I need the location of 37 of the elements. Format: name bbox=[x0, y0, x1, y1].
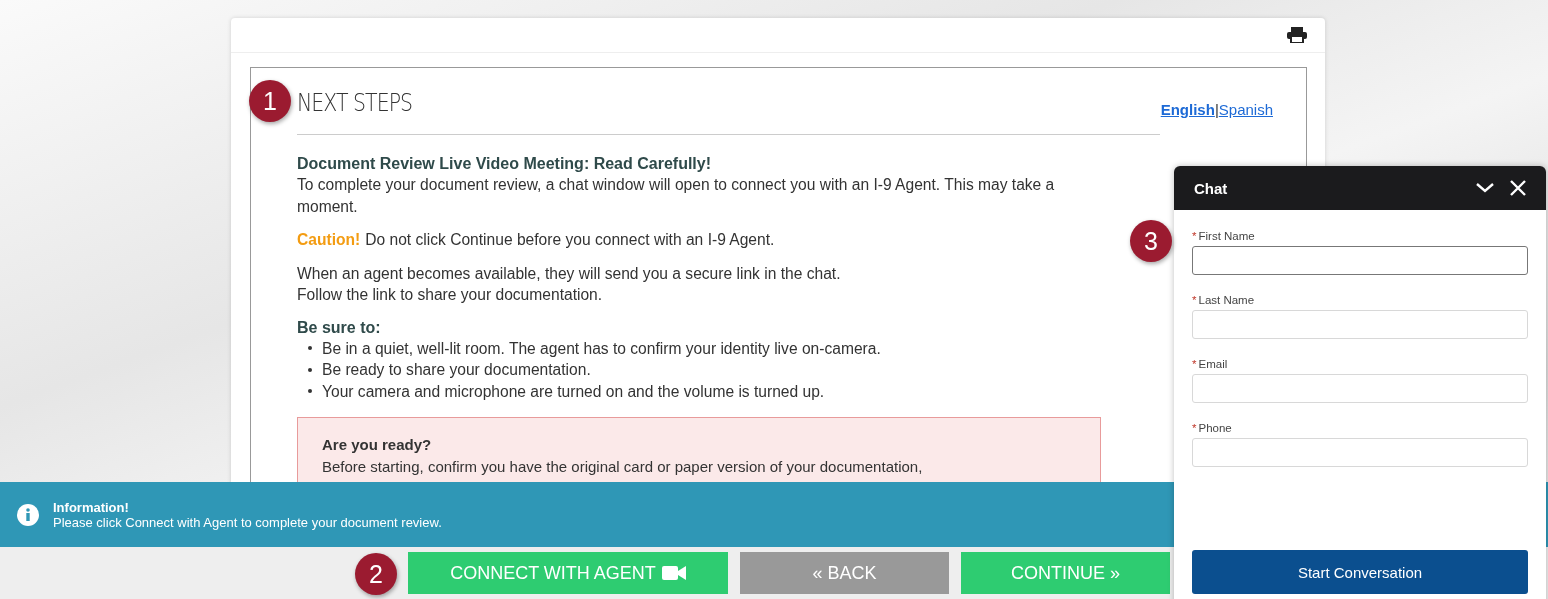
field-label: Email bbox=[1198, 358, 1228, 370]
chevron-down-icon[interactable] bbox=[1476, 183, 1494, 193]
language-link[interactable]: English bbox=[1160, 101, 1215, 118]
intro-text: To complete your document review, a chat window will open to connect you with an I-9 Agent. This may take a moment. bbox=[297, 175, 1056, 217]
alert-title: Are you ready? bbox=[322, 435, 433, 455]
checklist-item: Be in a quiet, well-lit room. The agent has to confirm your identity live on-camera. bbox=[322, 338, 881, 359]
field-label: Phone bbox=[1198, 422, 1232, 434]
checklist-title: Be sure to: bbox=[297, 317, 382, 338]
bullet-icon bbox=[308, 367, 312, 372]
caution-label: Caution! bbox=[297, 231, 361, 248]
instruction-text: Follow the link to share your documentation. bbox=[297, 285, 604, 305]
input-field[interactable] bbox=[1192, 246, 1528, 275]
required-mark: * bbox=[1192, 358, 1197, 370]
video-camera-icon bbox=[661, 566, 686, 580]
start-conversation-button[interactable]: Start Conversation bbox=[1192, 550, 1528, 594]
section-heading: NEXT STEPS bbox=[297, 87, 413, 119]
required-mark: * bbox=[1192, 230, 1197, 242]
info-title: Information! bbox=[53, 499, 130, 515]
checklist-item: Be ready to share your documentation. bbox=[322, 360, 591, 380]
alert-text: Before starting, confirm you have the original card or paper version of your documentation, bbox=[322, 456, 924, 477]
close-icon[interactable] bbox=[1510, 180, 1526, 196]
bullet-icon bbox=[308, 346, 312, 351]
chat-title: Chat bbox=[1194, 179, 1229, 197]
bullet-icon bbox=[308, 389, 312, 394]
language-separator: | bbox=[1214, 101, 1219, 118]
instruction-text: When an agent becomes available, they will send you a secure link in the chat. bbox=[297, 263, 842, 284]
info-icon bbox=[17, 503, 39, 526]
print-icon[interactable] bbox=[1287, 27, 1307, 43]
meeting-title: Document Review Live Video Meeting: Read Carefully! bbox=[297, 154, 713, 174]
required-mark: * bbox=[1192, 422, 1197, 434]
field-label: Last Name bbox=[1198, 294, 1255, 306]
field-label: First Name bbox=[1198, 230, 1255, 242]
back-button[interactable]: « BACK bbox=[740, 552, 949, 594]
checklist-item: Your camera and microphone are turned on and the volume is turned up. bbox=[322, 381, 825, 402]
info-message: Please click Connect with Agent to complete your document review. bbox=[53, 514, 442, 530]
caution-text: Do not click Continue before you connect with an I-9 Agent. bbox=[365, 231, 775, 248]
required-mark: * bbox=[1192, 294, 1197, 306]
